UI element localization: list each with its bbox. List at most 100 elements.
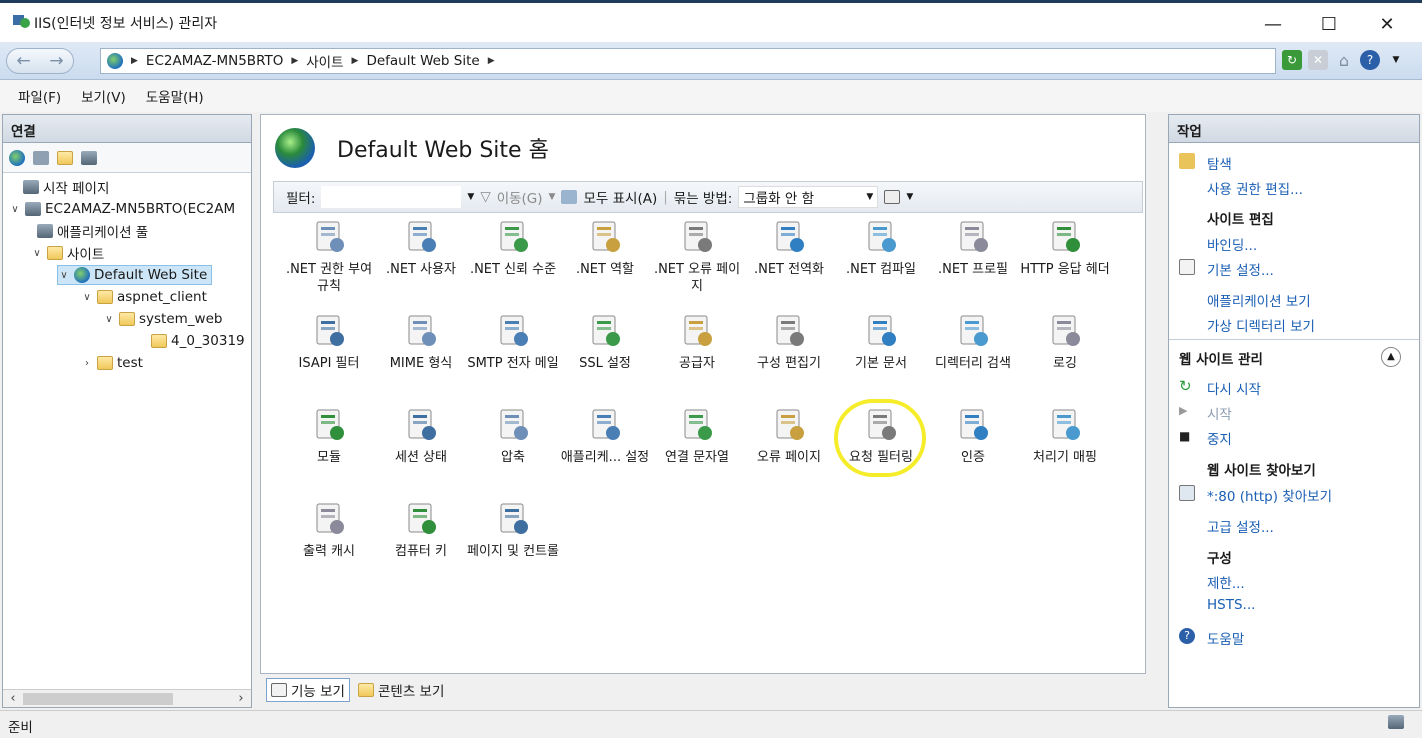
tab-features-view[interactable]: 기능 보기	[266, 678, 350, 702]
feature-mime-types[interactable]: MIME 형식	[375, 313, 467, 372]
feature-logging[interactable]: 로깅	[1019, 313, 1111, 372]
filter-input[interactable]	[321, 186, 462, 208]
tree-node-app-pools[interactable]: 애플리케이션 풀	[37, 221, 148, 241]
feature-http-headers[interactable]: HTTP 응답 헤더	[1019, 219, 1111, 278]
feature-modules[interactable]: 모듈	[283, 407, 375, 466]
action-view-vdirs[interactable]: 가상 디렉터리 보기	[1207, 315, 1315, 335]
breadcrumb-sites[interactable]: 사이트	[306, 51, 343, 71]
scroll-thumb[interactable]	[23, 693, 173, 705]
view-mode-icon[interactable]	[884, 190, 901, 204]
horizontal-scrollbar[interactable]: ‹ ›	[3, 689, 251, 707]
breadcrumb-server[interactable]: EC2AMAZ-MN5BRTO	[146, 53, 283, 69]
stop-icon[interactable]: ✕	[1308, 50, 1328, 70]
tab-content-view[interactable]: 콘텐츠 보기	[354, 678, 448, 702]
breadcrumb-site[interactable]: Default Web Site	[366, 53, 479, 69]
chevron-down-icon[interactable]: ∨	[9, 204, 21, 215]
feature-pages-controls[interactable]: 페이지 및 컨트롤	[467, 501, 559, 560]
tree-node-default-web-site[interactable]: ∨ Default Web Site	[57, 265, 213, 285]
maximize-button[interactable]: ☐	[1306, 7, 1352, 41]
action-restart[interactable]: 다시 시작	[1207, 378, 1261, 398]
feature-net-roles[interactable]: .NET 역할	[559, 219, 651, 278]
disconnect-icon[interactable]	[81, 150, 97, 165]
forward-button[interactable]: →	[40, 49, 73, 73]
chevron-right-icon[interactable]: ▶	[131, 56, 138, 66]
menu-file[interactable]: 파일(F)	[18, 86, 61, 106]
tree-node-4-0-30319[interactable]: 4_0_30319	[151, 331, 245, 351]
feature-authentication[interactable]: 인증	[927, 407, 1019, 466]
home-icon[interactable]: ⌂	[1334, 50, 1354, 70]
tree-node-sites[interactable]: ∨ 사이트	[31, 243, 104, 263]
feature-net-globalization[interactable]: .NET 전역화	[743, 219, 835, 278]
feature-net-trust[interactable]: .NET 신뢰 수준	[467, 219, 559, 278]
action-browse-80[interactable]: *:80 (http) 찾아보기	[1207, 485, 1332, 505]
action-bindings[interactable]: 바인딩...	[1207, 234, 1257, 254]
menu-view[interactable]: 보기(V)	[81, 86, 126, 106]
breadcrumb[interactable]: ▶ EC2AMAZ-MN5BRTO ▶ 사이트 ▶ Default Web Si…	[100, 48, 1276, 74]
chevron-down-icon[interactable]: ∨	[81, 292, 93, 303]
tree-label: 4_0_30319	[171, 333, 245, 349]
feature-session-state[interactable]: 세션 상태	[375, 407, 467, 466]
action-help[interactable]: 도움말	[1207, 628, 1244, 648]
tree-node-aspnet-client[interactable]: ∨ aspnet_client	[81, 287, 207, 307]
show-all-button[interactable]: 모두 표시(A)	[583, 187, 657, 207]
feature-machine-key[interactable]: 컴퓨터 키	[375, 501, 467, 560]
feature-default-document[interactable]: 기본 문서	[835, 313, 927, 372]
action-basic-settings[interactable]: 기본 설정...	[1207, 259, 1274, 279]
chevron-right-icon[interactable]: ›	[81, 358, 93, 369]
feature-net-users[interactable]: .NET 사용자	[375, 219, 467, 278]
action-explore[interactable]: 탐색	[1207, 153, 1232, 173]
feature-smtp-email[interactable]: SMTP 전자 메일	[467, 313, 559, 372]
scroll-right-icon[interactable]: ›	[233, 690, 249, 708]
filter-dropdown-icon[interactable]: ▼	[467, 192, 474, 202]
scroll-left-icon[interactable]: ‹	[5, 690, 21, 708]
feature-app-settings[interactable]: 애플리케... 설정	[559, 407, 651, 466]
feature-isapi-filters[interactable]: ISAPI 필터	[283, 313, 375, 372]
chevron-down-icon[interactable]: ∨	[58, 270, 70, 281]
tree-node-start-page[interactable]: 시작 페이지	[23, 177, 109, 197]
action-advanced-settings[interactable]: 고급 설정...	[1207, 516, 1274, 536]
action-limits[interactable]: 제한...	[1207, 572, 1245, 592]
feature-label: 처리기 매핑	[1033, 450, 1097, 465]
connect-icon[interactable]	[9, 149, 25, 166]
feature-net-authorization[interactable]: .NET 권한 부여 규칙	[283, 219, 375, 295]
feature-output-cache[interactable]: 출력 캐시	[283, 501, 375, 560]
chevron-down-icon[interactable]: ▼	[906, 192, 913, 202]
close-button[interactable]: ✕	[1364, 7, 1410, 41]
minimize-button[interactable]: —	[1250, 7, 1296, 41]
feature-net-profile[interactable]: .NET 프로필	[927, 219, 1019, 278]
back-button[interactable]: ←	[7, 49, 40, 73]
go-button[interactable]: 이동(G)	[497, 187, 543, 207]
menu-help[interactable]: 도움말(H)	[146, 86, 204, 106]
feature-net-error-pages[interactable]: .NET 오류 페이지	[651, 219, 743, 295]
feature-directory-browsing[interactable]: 디렉터리 검색	[927, 313, 1019, 372]
help-icon[interactable]: ?	[1360, 50, 1380, 70]
tree-node-test[interactable]: › test	[81, 353, 143, 373]
chevron-right-icon[interactable]: ▶	[291, 56, 298, 66]
feature-error-pages[interactable]: 오류 페이지	[743, 407, 835, 466]
feature-connection-strings[interactable]: 연결 문자열	[651, 407, 743, 466]
chevron-down-icon[interactable]: ∨	[31, 248, 43, 259]
save-icon[interactable]	[33, 150, 49, 165]
refresh-icon[interactable]: ↻	[1282, 50, 1302, 70]
up-folder-icon[interactable]	[57, 150, 73, 165]
group-by-select[interactable]: 그룹화 안 함 ▼	[738, 186, 879, 208]
collapse-icon[interactable]: ▲	[1381, 347, 1401, 367]
action-start[interactable]: 시작	[1207, 403, 1232, 423]
chevron-down-icon[interactable]: ▼	[1386, 50, 1406, 70]
chevron-right-icon[interactable]: ▶	[352, 56, 359, 66]
tree-node-server[interactable]: ∨ EC2AMAZ-MN5BRTO(EC2AM	[9, 199, 235, 219]
chevron-right-icon[interactable]: ▶	[488, 56, 495, 66]
feature-ssl-lock[interactable]: SSL 설정	[559, 313, 651, 372]
chevron-down-icon[interactable]: ▼	[549, 192, 556, 202]
feature-net-compilation[interactable]: .NET 컴파일	[835, 219, 927, 278]
tree-node-system-web[interactable]: ∨ system_web	[103, 309, 222, 329]
chevron-down-icon[interactable]: ∨	[103, 314, 115, 325]
action-stop[interactable]: 중지	[1207, 428, 1232, 448]
action-edit-permissions[interactable]: 사용 권한 편집...	[1207, 178, 1303, 198]
feature-config-editor[interactable]: 구성 편집기	[743, 313, 835, 372]
feature-compression[interactable]: 압축	[467, 407, 559, 466]
feature-providers[interactable]: 공급자	[651, 313, 743, 372]
action-hsts[interactable]: HSTS...	[1207, 597, 1255, 613]
action-view-apps[interactable]: 애플리케이션 보기	[1207, 290, 1311, 310]
feature-handler-mappings[interactable]: 처리기 매핑	[1019, 407, 1111, 466]
